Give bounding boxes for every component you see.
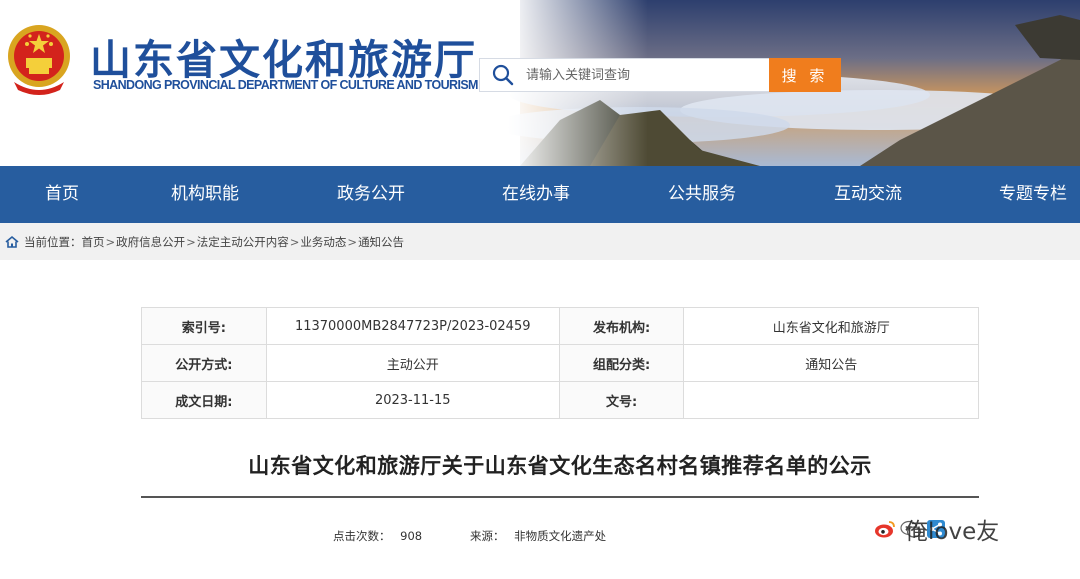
breadcrumb-prefix: 当前位置： [24, 234, 82, 249]
search-icon [480, 59, 526, 91]
article-title: 山东省文化和旅游厅关于山东省文化生态名村名镇推荐名单的公示 [248, 454, 872, 478]
breadcrumb: 当前位置： 首页 > 政府信息公开 > 法定主动公开内容 > 业务动态 > 通知… [0, 223, 1080, 260]
search-button[interactable]: 搜 索 [769, 58, 841, 92]
breadcrumb-item-home[interactable]: 首页 [82, 234, 105, 250]
creation-date-value: 2023-11-15 [265, 381, 560, 419]
weibo-icon[interactable] [874, 519, 896, 543]
breadcrumb-separator: > [289, 234, 300, 249]
index-number-value: 11370000MB2847723P/2023-02459 [265, 307, 560, 345]
nav-item-functions[interactable]: 机构职能 [171, 166, 239, 223]
breadcrumb-separator: > [105, 234, 116, 249]
source-value: 非物质文化遗产处 [514, 529, 607, 543]
home-icon [5, 235, 19, 249]
view-count-value: 908 [400, 529, 423, 543]
table-row: 成文日期: 2023-11-15 文号: [141, 381, 979, 419]
breadcrumb-item-business[interactable]: 业务动态 [300, 234, 346, 250]
main-nav: 首页 机构职能 政务公开 在线办事 公共服务 互动交流 专题专栏 [0, 166, 1080, 223]
view-count: 点击次数： 908 [333, 528, 422, 544]
breadcrumb-separator: > [186, 234, 196, 249]
category-value: 通知公告 [683, 344, 979, 382]
site-subtitle: SHANDONG PROVINCIAL DEPARTMENT OF CULTUR… [93, 78, 478, 92]
nav-item-interaction[interactable]: 互动交流 [834, 166, 902, 223]
search-bar: 搜 索 [479, 58, 841, 92]
title-divider [141, 496, 979, 498]
view-count-label: 点击次数： [333, 529, 391, 543]
category-label: 组配分类: [558, 344, 685, 382]
breadcrumb-item-gov-info[interactable]: 政府信息公开 [116, 234, 185, 250]
publisher-label: 发布机构: [558, 307, 685, 345]
national-emblem-icon [8, 25, 70, 95]
article-source: 来源： 非物质文化遗产处 [470, 528, 606, 544]
index-number-label: 索引号: [141, 307, 267, 345]
disclosure-method-label: 公开方式: [141, 344, 267, 382]
nav-item-home[interactable]: 首页 [45, 166, 79, 223]
source-label: 来源： [470, 529, 505, 543]
publisher-value: 山东省文化和旅游厅 [683, 307, 979, 345]
search-input[interactable] [526, 60, 769, 90]
document-info-table: 索引号: 11370000MB2847723P/2023-02459 发布机构:… [141, 307, 979, 419]
document-number-label: 文号: [558, 381, 685, 419]
nav-item-online-services[interactable]: 在线办事 [502, 166, 570, 223]
nav-item-special-topics[interactable]: 专题专栏 [999, 166, 1067, 223]
nav-item-public-services[interactable]: 公共服务 [668, 166, 736, 223]
breadcrumb-separator: > [347, 234, 358, 249]
nav-item-government-affairs[interactable]: 政务公开 [337, 166, 405, 223]
site-title[interactable]: 山东省文化和旅游厅 [90, 26, 477, 86]
table-row: 公开方式: 主动公开 组配分类: 通知公告 [141, 344, 979, 382]
creation-date-label: 成文日期: [141, 381, 267, 419]
breadcrumb-item-statutory[interactable]: 法定主动公开内容 [197, 234, 289, 250]
disclosure-method-value: 主动公开 [265, 344, 560, 382]
watermark-text: 俺love友 [905, 519, 1000, 545]
document-number-value [683, 381, 979, 419]
site-header: 山东省文化和旅游厅 SHANDONG PROVINCIAL DEPARTMENT… [0, 0, 1080, 166]
table-row: 索引号: 11370000MB2847723P/2023-02459 发布机构:… [141, 307, 979, 345]
breadcrumb-item-notices[interactable]: 通知公告 [358, 234, 404, 250]
